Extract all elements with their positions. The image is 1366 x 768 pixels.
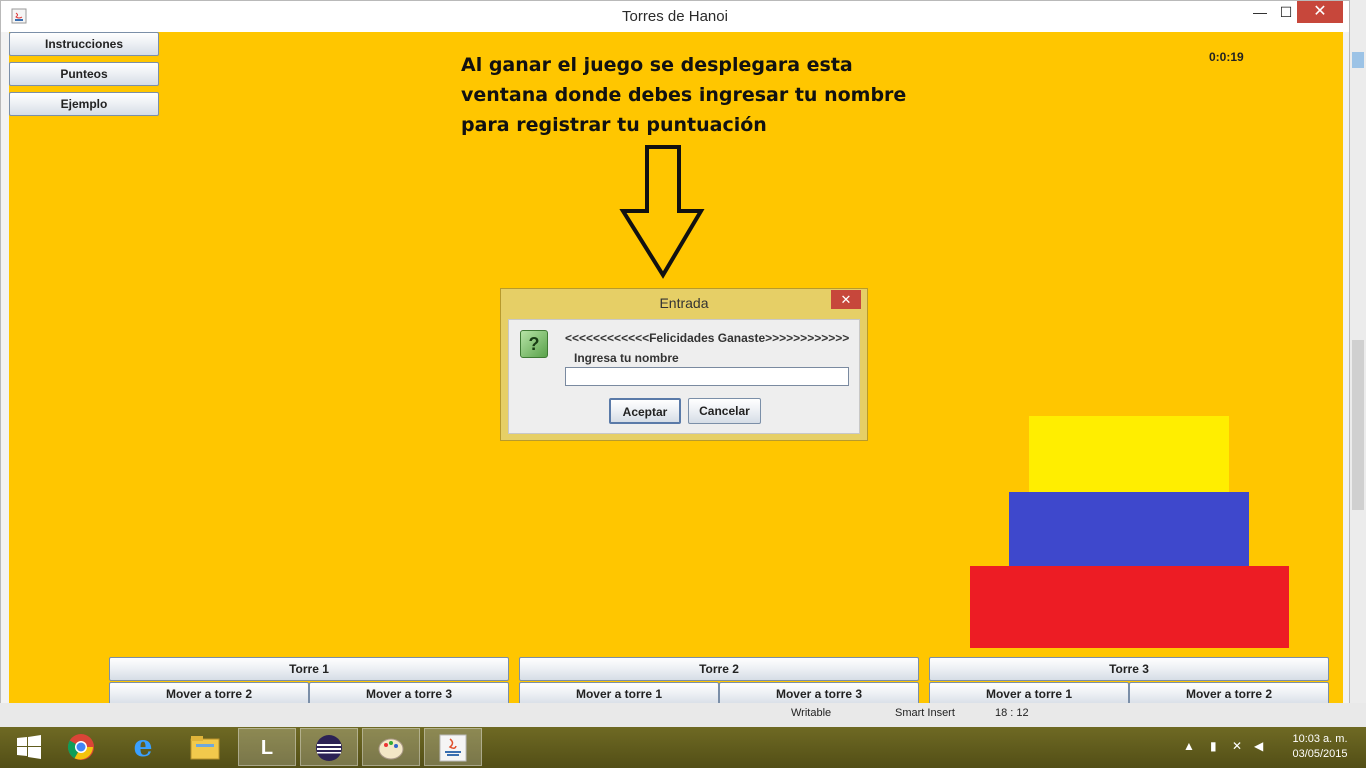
- torre-1-move-a-button[interactable]: Mover a torre 2: [109, 682, 309, 704]
- torre-3-move-a-button[interactable]: Mover a torre 1: [929, 682, 1129, 704]
- entrada-dialog: Entrada ✕ ? <<<<<<<<<<<<Felicidades Gana…: [500, 288, 868, 441]
- lync-icon[interactable]: L: [238, 728, 296, 766]
- internet-explorer-icon[interactable]: e: [114, 728, 172, 766]
- dialog-message: <<<<<<<<<<<<Felicidades Ganaste>>>>>>>>>…: [565, 331, 850, 345]
- writable-status: Writable: [791, 707, 832, 719]
- chrome-icon[interactable]: [52, 728, 110, 766]
- file-explorer-icon[interactable]: [176, 728, 234, 766]
- taskbar-clock[interactable]: 10:03 a. m. 03/05/2015: [1284, 732, 1356, 762]
- cancelar-button[interactable]: Cancelar: [688, 398, 761, 424]
- disc-medium[interactable]: [1009, 492, 1249, 566]
- ejemplo-button[interactable]: Ejemplo: [9, 92, 159, 116]
- volume-icon[interactable]: ◀: [1254, 739, 1263, 768]
- torre-1-move-b-button[interactable]: Mover a torre 3: [309, 682, 509, 704]
- torre-3-move-b-button[interactable]: Mover a torre 2: [1129, 682, 1329, 704]
- name-label: Ingresa tu nombre: [574, 351, 679, 365]
- java-icon[interactable]: [424, 728, 482, 766]
- name-input[interactable]: [565, 367, 849, 386]
- torre-2-move-b-button[interactable]: Mover a torre 3: [719, 682, 919, 704]
- tray-overflow-icon[interactable]: ▲: [1183, 739, 1195, 768]
- dialog-close-button[interactable]: ✕: [831, 290, 861, 309]
- annotation-line: para registrar tu puntuación: [461, 114, 767, 136]
- torre-2-move-a-button[interactable]: Mover a torre 1: [519, 682, 719, 704]
- network-icon[interactable]: ✕: [1232, 739, 1242, 768]
- eclipse-icon[interactable]: [300, 728, 358, 766]
- bg-scroll-thumb: [1352, 52, 1364, 68]
- torre-3-button[interactable]: Torre 3: [929, 657, 1329, 681]
- app-window: Torres de Hanoi — ☐ ✕ Instrucciones Punt…: [0, 0, 1350, 708]
- disc-small[interactable]: [1029, 416, 1229, 492]
- cursor-position-status: 18 : 12: [995, 707, 1029, 719]
- paint-icon[interactable]: [362, 728, 420, 766]
- close-button[interactable]: ✕: [1297, 1, 1343, 23]
- background-status-bar: Writable Smart Insert 18 : 12: [0, 703, 1366, 727]
- clock-time: 10:03 a. m.: [1292, 733, 1348, 745]
- clock-date: 03/05/2015: [1292, 748, 1348, 760]
- game-timer: 0:0:19: [1209, 50, 1244, 64]
- game-canvas: Instrucciones Punteos Ejemplo 0:0:19 Al …: [9, 32, 1343, 704]
- insert-mode-status: Smart Insert: [895, 707, 955, 719]
- windows-start-icon[interactable]: [0, 728, 58, 766]
- instruction-annotation: Al ganar el juego se desplegara esta ven…: [461, 50, 921, 140]
- down-arrow-icon: [619, 145, 705, 279]
- instrucciones-button[interactable]: Instrucciones: [9, 32, 159, 56]
- taskbar: e L ▲ ▮ ✕ ◀ 10:03 a. m. 03/05/2015: [0, 727, 1366, 768]
- bg-scrollbar: [1352, 340, 1364, 510]
- question-icon: ?: [520, 330, 548, 358]
- annotation-line: Al ganar el juego se desplegara esta: [461, 54, 853, 76]
- disc-large[interactable]: [970, 566, 1289, 648]
- dialog-body: ? <<<<<<<<<<<<Felicidades Ganaste>>>>>>>…: [508, 319, 860, 434]
- annotation-line: ventana donde debes ingresar tu nombre: [461, 84, 907, 106]
- battery-icon[interactable]: ▮: [1210, 739, 1217, 768]
- dialog-title: Entrada: [659, 295, 709, 311]
- punteos-button[interactable]: Punteos: [9, 62, 159, 86]
- window-title: Torres de Hanoi: [622, 8, 728, 25]
- torre-2-button[interactable]: Torre 2: [519, 657, 919, 681]
- torre-1-button[interactable]: Torre 1: [109, 657, 509, 681]
- title-bar[interactable]: Torres de Hanoi — ☐ ✕: [1, 1, 1349, 32]
- aceptar-button[interactable]: Aceptar: [609, 398, 681, 424]
- background-window-edge: [1350, 0, 1366, 708]
